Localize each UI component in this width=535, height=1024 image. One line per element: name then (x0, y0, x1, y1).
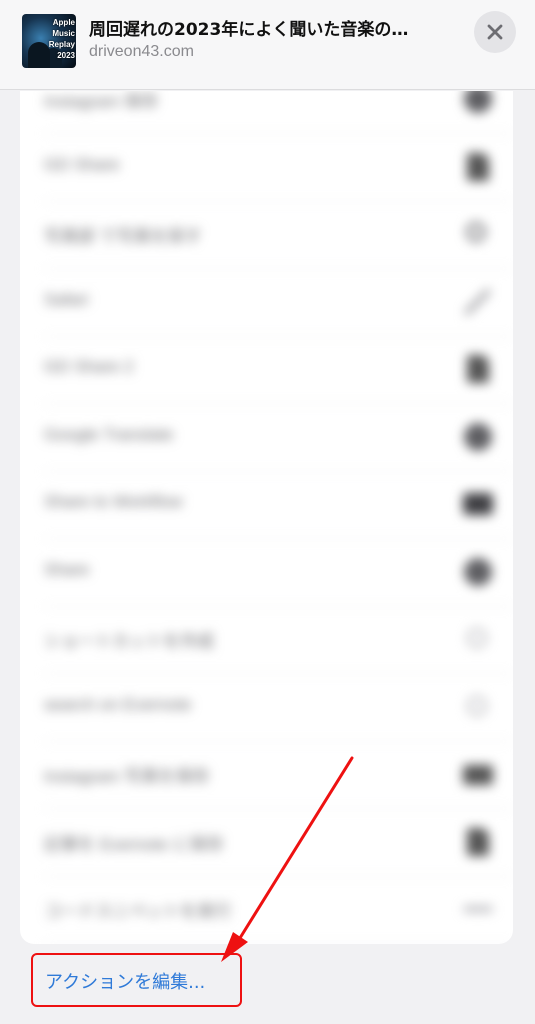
circle-fill-icon (463, 557, 493, 587)
folder-fill-icon (463, 759, 493, 789)
page-thumbnail: Apple Music Replay 2023 (22, 14, 76, 68)
xmark-icon (487, 24, 503, 40)
action-row-label: コードスニペットを実行 (44, 902, 231, 921)
action-row[interactable]: Instagram 写真を保存 (20, 742, 513, 809)
action-row[interactable]: ショートカットを作成 (20, 607, 513, 674)
action-row-label: ショートカットを作成 (44, 632, 214, 651)
action-row[interactable]: Google Translate (20, 405, 513, 472)
action-row-label: Google Translate (44, 424, 174, 444)
actions-list: Instagram 保存 GD Share 写真部 で写真を探す Safari GD S… (20, 91, 513, 944)
action-row-label: Share (44, 559, 90, 579)
action-row[interactable]: GD Share 2 (20, 337, 513, 404)
action-row[interactable]: Share (20, 540, 513, 607)
doc-fill-icon (463, 152, 493, 182)
action-row-label: Safari (44, 289, 89, 309)
action-row-label: Instagram 保存 (44, 92, 159, 111)
edit-actions-label: アクションを編集... (45, 972, 206, 993)
action-row-label: Share to Workflow (44, 492, 183, 511)
row-separator (44, 943, 513, 944)
circle-fill-icon (463, 91, 493, 114)
magnifier-light-icon (463, 692, 493, 722)
page-domain: driveon43.com (89, 43, 194, 60)
doc-fill-icon (463, 827, 493, 857)
action-row-label: Instagram 写真を保存 (44, 767, 210, 786)
action-row[interactable]: コードスニペットを実行 (20, 877, 513, 944)
doc-fill-icon (463, 354, 493, 384)
action-row-label: GD Share 2 (44, 357, 134, 376)
magnifier-icon (463, 219, 493, 249)
action-row[interactable]: 記事を Evernote に保存 (20, 810, 513, 877)
magnifier-light-icon (463, 624, 493, 654)
thumbnail-text: Apple Music Replay 2023 (48, 18, 75, 60)
circle-fill-icon (463, 422, 493, 452)
edit-actions-button[interactable]: アクションを編集... (31, 953, 242, 1007)
action-row-label: 記事を Evernote に保存 (44, 834, 224, 854)
square-fill-icon (463, 489, 493, 519)
action-row-label: GD Share (44, 154, 120, 174)
pencil-icon (463, 287, 493, 317)
action-row[interactable]: Safari (20, 270, 513, 337)
action-row-label: 写真部 で写真を探す (44, 227, 202, 246)
action-row[interactable]: Share to Workflow (20, 472, 513, 539)
action-row[interactable]: search on Evernote (20, 675, 513, 742)
action-row[interactable]: Instagram 保存 (20, 91, 513, 134)
page-title: 周回遅れの2023年によく聞いた音楽の… (89, 20, 409, 40)
close-button[interactable] (474, 11, 516, 53)
ellipsis-icon (463, 894, 493, 924)
action-row-label: search on Evernote (44, 694, 192, 714)
action-row[interactable]: GD Share (20, 135, 513, 202)
share-sheet-header: Apple Music Replay 2023 周回遅れの2023年によく聞いた… (0, 0, 535, 90)
action-row[interactable]: 写真部 で写真を探す (20, 202, 513, 269)
